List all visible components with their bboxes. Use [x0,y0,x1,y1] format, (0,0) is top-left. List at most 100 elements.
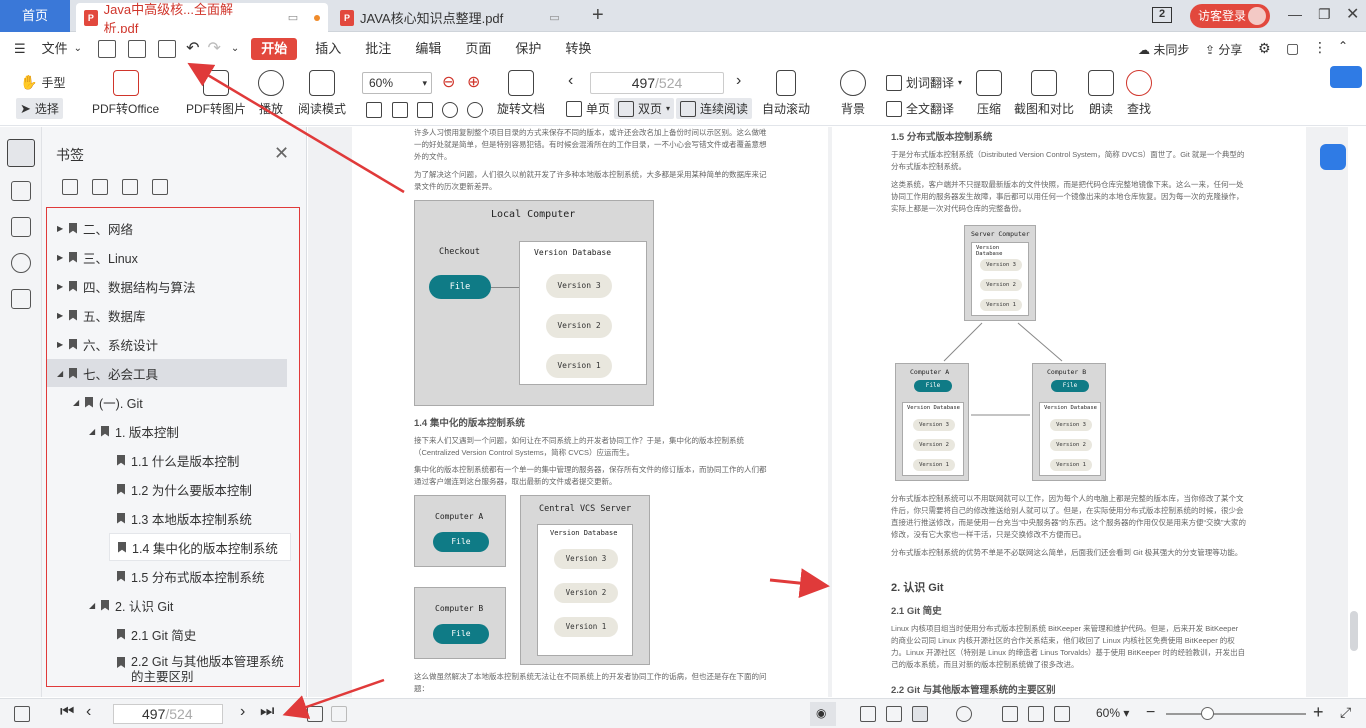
prev-page-icon[interactable]: ‹ [86,703,91,721]
next-page-icon[interactable]: › [240,703,245,721]
menu-convert[interactable]: 转换 [553,33,603,65]
bookmark-item[interactable]: 2.2 Git 与其他版本管理系统的主要区别 [47,649,297,685]
select-tool[interactable]: ➤ 选择 [16,98,63,119]
eye-protect-button[interactable]: ◉ [810,702,836,726]
bookmark-item[interactable]: ◢ 2. 认识 Git [47,591,297,619]
bookmark-item[interactable]: ▶ 四、数据结构与算法 [47,272,297,300]
thumbnail-icon[interactable] [11,181,31,201]
bookmark-panel-icon[interactable] [7,139,35,167]
zoom-out-icon[interactable]: ⊖ [442,72,455,92]
expand-arrow-icon[interactable]: ▶ [57,224,65,233]
bookmark-item[interactable]: ▶ 三、Linux [47,243,297,271]
bookmark-item[interactable]: ◢ 1. 版本控制 [47,417,297,445]
continuous-page-icon[interactable] [886,706,902,722]
chevron-down-icon[interactable]: ⌄ [72,33,92,65]
expand-arrow-icon[interactable]: ▶ [57,340,65,349]
more-icon[interactable]: ⋮ [1313,39,1327,56]
sync-status[interactable]: ☁ 未同步 [1138,41,1189,58]
rotate-right-icon[interactable] [467,102,483,118]
menu-annotate[interactable]: 批注 [353,33,403,65]
play-button[interactable]: 播放 [258,70,284,117]
restore-icon[interactable]: ❐ [1318,6,1331,23]
cloud-service-icon[interactable] [1330,66,1362,88]
bookmark-item-current[interactable]: 1.4 集中化的版本控制系统 [109,533,291,561]
fit-width-icon[interactable] [417,102,433,118]
settings-icon[interactable]: ⚙ [1258,40,1271,57]
signature-icon[interactable] [11,289,31,309]
feedback-icon[interactable]: ▢ [1286,40,1299,57]
bookmark-item[interactable]: 1.3 本地版本控制系统 [47,504,297,532]
menu-edit[interactable]: 编辑 [403,33,453,65]
pdf-to-office-button[interactable]: PDF转Office [92,70,159,117]
collapse-all-icon[interactable] [92,179,108,195]
zoom-slider[interactable] [1166,713,1306,715]
single-page-icon[interactable] [860,706,876,722]
fit-page-icon[interactable] [1028,706,1044,722]
prev-page-icon[interactable]: ‹ [568,72,573,90]
save-icon[interactable] [128,40,147,58]
share-button[interactable]: ⇪ 分享 [1205,41,1242,58]
first-page-icon[interactable]: ⏮ [60,703,74,721]
close-icon[interactable]: ✕ [274,143,289,164]
actual-size-icon[interactable] [1002,706,1018,722]
read-aloud-button[interactable]: 朗读 [1088,70,1114,117]
rotate-left-icon[interactable] [442,102,458,118]
zoom-in-icon[interactable]: ⊕ [467,72,480,92]
find-button[interactable]: 查找 [1126,70,1152,117]
menu-insert[interactable]: 插入 [303,33,353,65]
new-tab-icon[interactable]: + [592,4,604,27]
bookmark-item[interactable]: 1.2 为什么要版本控制 [47,475,297,503]
last-page-icon[interactable]: ⏭ [260,703,274,721]
play-icon[interactable] [956,706,972,722]
zoom-out-icon[interactable]: − [1146,704,1155,722]
minimize-icon[interactable]: — [1288,6,1302,22]
back-icon[interactable] [307,706,323,722]
background-button[interactable]: 背景 [840,70,866,117]
login-button[interactable]: 访客登录 [1190,4,1270,28]
monitor-icon[interactable]: ▭ [549,11,559,24]
status-page-input[interactable]: 497/524 [113,704,223,724]
toggle-sidebar-icon[interactable] [14,706,30,722]
open-folder-icon[interactable] [98,40,117,58]
expand-arrow-icon[interactable]: ▶ [57,311,65,320]
rotate-doc-button[interactable]: 旋转文档 [497,70,545,117]
zoom-select[interactable]: 60% ▾ [362,72,432,94]
attachment-icon[interactable] [11,253,31,273]
menu-file[interactable]: 文件 [38,33,72,65]
continuous-read-button[interactable]: 连续阅读 [676,98,753,119]
collapse-arrow-icon[interactable]: ◢ [73,398,81,407]
zoom-in-icon[interactable]: + [1313,702,1324,723]
bookmark-item[interactable]: ▶ 六、系统设计 [47,330,297,358]
bookmark-item-selected[interactable]: ◢ 七、必会工具 [47,359,287,387]
zoom-level[interactable]: 60% ▾ [1096,706,1129,720]
forward-icon[interactable] [331,706,347,722]
bookmark-item[interactable]: ▶ 二、网络 [47,214,297,242]
comment-icon[interactable] [11,217,31,237]
ai-assistant-icon[interactable] [1320,144,1346,170]
menu-page[interactable]: 页面 [453,33,503,65]
single-page-button[interactable]: 单页 [566,100,610,117]
close-window-icon[interactable]: ✕ [1346,4,1359,24]
double-page-button[interactable]: 双页 ▾ [614,98,675,119]
full-translate-button[interactable]: 全文翻译 [886,100,954,117]
expand-arrow-icon[interactable]: ▶ [57,282,65,291]
fit-page-icon[interactable] [392,102,408,118]
quick-access-more-icon[interactable]: ⌄ [225,33,245,65]
expand-icon[interactable]: ⤢ [1340,704,1351,721]
collapse-ribbon-icon[interactable]: ⌃ [1338,39,1348,53]
actual-size-icon[interactable] [366,102,382,118]
menu-start[interactable]: 开始 [251,38,298,60]
monitor-icon[interactable]: ▭ [288,11,298,24]
hand-tool[interactable]: ✋ 手型 [20,74,65,91]
add-bookmark-icon[interactable] [122,179,138,195]
page-number-input[interactable]: 497/524 [590,72,724,94]
pdf-to-image-button[interactable]: PDF转图片 [186,70,246,117]
redo-icon[interactable]: ↷ [203,33,224,65]
bookmark-item[interactable]: 1.5 分布式版本控制系统 [47,562,297,590]
bookmark-item[interactable]: ◢ (一). Git [47,388,297,416]
compress-button[interactable]: 压缩 [976,70,1002,117]
collapse-arrow-icon[interactable]: ◢ [89,601,97,610]
auto-scroll-button[interactable]: 自动滚动 [762,70,810,117]
bookmark-item[interactable]: ▶ 五、数据库 [47,301,297,329]
tab-doc-2[interactable]: P JAVA核心知识点整理.pdf ▭ [332,3,582,32]
